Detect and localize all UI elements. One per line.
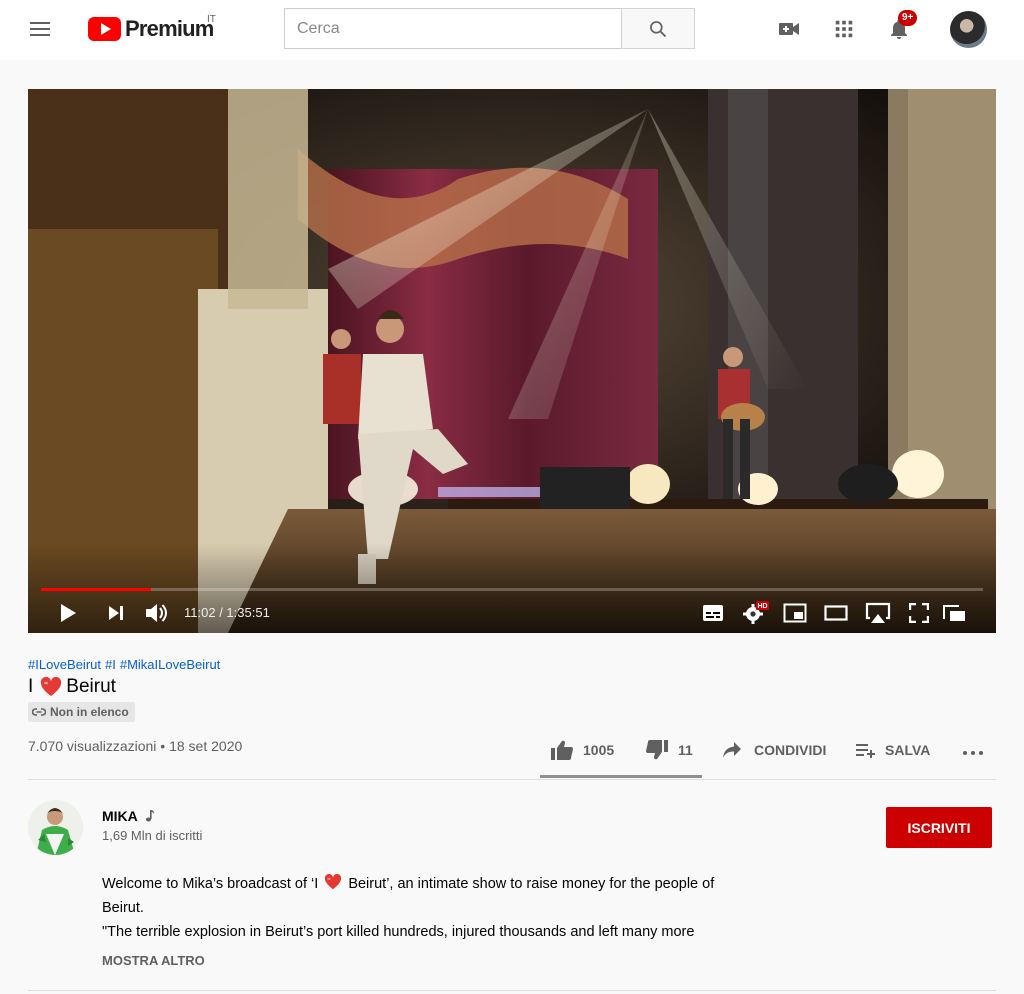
video-meta: 7.070 visualizzazioni • 18 set 2020 bbox=[28, 738, 242, 754]
create-video-icon[interactable] bbox=[776, 16, 802, 42]
theater-mode-icon bbox=[824, 605, 848, 621]
apps-grid-icon[interactable] bbox=[831, 16, 857, 42]
channel-name-text: MIKA bbox=[102, 808, 138, 824]
play-button[interactable] bbox=[56, 599, 80, 627]
theater-mode-button[interactable] bbox=[823, 599, 849, 627]
description-text: Welcome to Mika’s broadcast of ‘I bbox=[102, 876, 319, 892]
description-line: Beirut. bbox=[102, 900, 144, 916]
hd-badge: HD bbox=[757, 603, 767, 610]
subscriber-count: 1,69 Mln di iscritti bbox=[102, 828, 203, 843]
time-total: 1:35:51 bbox=[226, 605, 270, 620]
miniplayer-icon bbox=[783, 603, 807, 623]
fullscreen-button[interactable] bbox=[906, 599, 932, 627]
link-icon bbox=[32, 708, 46, 716]
fullscreen-icon bbox=[909, 603, 929, 623]
more-actions-button[interactable] bbox=[961, 736, 985, 764]
next-icon bbox=[109, 606, 123, 620]
next-button[interactable] bbox=[104, 599, 128, 627]
logo-text: Premium bbox=[125, 16, 214, 41]
account-avatar[interactable] bbox=[950, 11, 987, 48]
hashtag-link[interactable]: #I bbox=[105, 657, 116, 672]
search-bar bbox=[284, 8, 695, 49]
airplay-button[interactable] bbox=[864, 599, 892, 627]
miniplayer-button[interactable] bbox=[782, 599, 808, 627]
country-code: IT bbox=[207, 14, 216, 25]
like-count: 1005 bbox=[583, 742, 615, 758]
hashtags: #ILoveBeirut #I #MikaILoveBeirut bbox=[28, 657, 224, 672]
search-input[interactable] bbox=[284, 8, 621, 49]
progress-played bbox=[41, 588, 152, 591]
sentiment-bar bbox=[540, 775, 702, 778]
heart-emoji-icon bbox=[41, 677, 62, 696]
youtube-premium-logo[interactable]: Premium IT bbox=[88, 14, 216, 42]
share-icon bbox=[723, 742, 741, 758]
music-note-icon bbox=[145, 810, 154, 822]
pip-button[interactable] bbox=[940, 599, 968, 627]
divider bbox=[28, 779, 996, 780]
view-count: 7.070 visualizzazioni bbox=[28, 738, 157, 754]
save-button[interactable]: SALVA bbox=[855, 736, 930, 764]
video-title: I Beirut bbox=[28, 676, 116, 698]
description-line: "The terrible explosion in Beirut’s port… bbox=[102, 924, 695, 940]
time-display: 11:02 / 1:35:51 bbox=[184, 605, 270, 620]
description-line: Welcome to Mika’s broadcast of ‘I Beirut… bbox=[102, 872, 802, 896]
channel-avatar[interactable] bbox=[28, 800, 83, 855]
time-current: 11:02 bbox=[184, 605, 216, 620]
thumb-up-icon bbox=[551, 740, 573, 760]
mute-button[interactable] bbox=[142, 599, 170, 627]
notifications-button[interactable]: 9+ bbox=[886, 10, 918, 42]
notifications-badge: 9+ bbox=[898, 10, 918, 26]
channel-name[interactable]: MIKA bbox=[102, 808, 155, 824]
description-text: Beirut’, an intimate show to raise money… bbox=[348, 876, 715, 892]
heart-emoji-icon bbox=[325, 874, 342, 890]
progress-bar[interactable] bbox=[41, 588, 983, 591]
airplay-icon bbox=[865, 602, 891, 623]
settings-icon: HD bbox=[743, 601, 769, 624]
hashtag-link[interactable]: #MikaILoveBeirut bbox=[120, 657, 220, 672]
subtitles-button[interactable] bbox=[700, 599, 726, 627]
playlist-add-icon bbox=[856, 744, 875, 758]
settings-button[interactable]: HD bbox=[741, 599, 771, 627]
save-label: SALVA bbox=[885, 742, 931, 758]
dislike-button[interactable]: 11 bbox=[645, 736, 693, 764]
upload-date: 18 set 2020 bbox=[169, 738, 243, 754]
play-icon bbox=[61, 604, 76, 622]
video-player[interactable]: 11:02 / 1:35:51 HD bbox=[28, 89, 996, 633]
unlisted-label: Non in elenco bbox=[50, 705, 129, 719]
search-icon bbox=[650, 20, 667, 37]
show-more-button[interactable]: MOSTRA ALTRO bbox=[102, 953, 205, 968]
hashtag-link[interactable]: #ILoveBeirut bbox=[28, 657, 101, 672]
search-button[interactable] bbox=[621, 8, 695, 49]
top-bar: Premium IT 9+ bbox=[0, 0, 1024, 60]
more-horiz-icon bbox=[963, 751, 983, 755]
divider bbox=[28, 990, 996, 991]
share-button[interactable]: CONDIVIDI bbox=[722, 736, 826, 764]
youtube-play-logo-icon bbox=[88, 17, 121, 41]
video-title-post: Beirut bbox=[66, 676, 116, 697]
menu-icon[interactable] bbox=[28, 18, 52, 42]
subscribe-button[interactable]: ISCRIVITI bbox=[886, 807, 992, 848]
time-separator: / bbox=[215, 605, 227, 620]
volume-icon bbox=[146, 604, 167, 622]
pip-icon bbox=[943, 605, 965, 621]
unlisted-badge: Non in elenco bbox=[28, 702, 135, 722]
video-title-pre: I bbox=[28, 676, 34, 697]
meta-bullet: • bbox=[160, 738, 166, 754]
share-label: CONDIVIDI bbox=[754, 742, 827, 758]
thumb-down-icon bbox=[646, 740, 668, 760]
dislike-count: 11 bbox=[678, 742, 693, 758]
video-description: Welcome to Mika’s broadcast of ‘I Beirut… bbox=[102, 872, 802, 944]
subtitles-icon bbox=[703, 605, 723, 621]
like-button[interactable]: 1005 bbox=[550, 736, 614, 764]
